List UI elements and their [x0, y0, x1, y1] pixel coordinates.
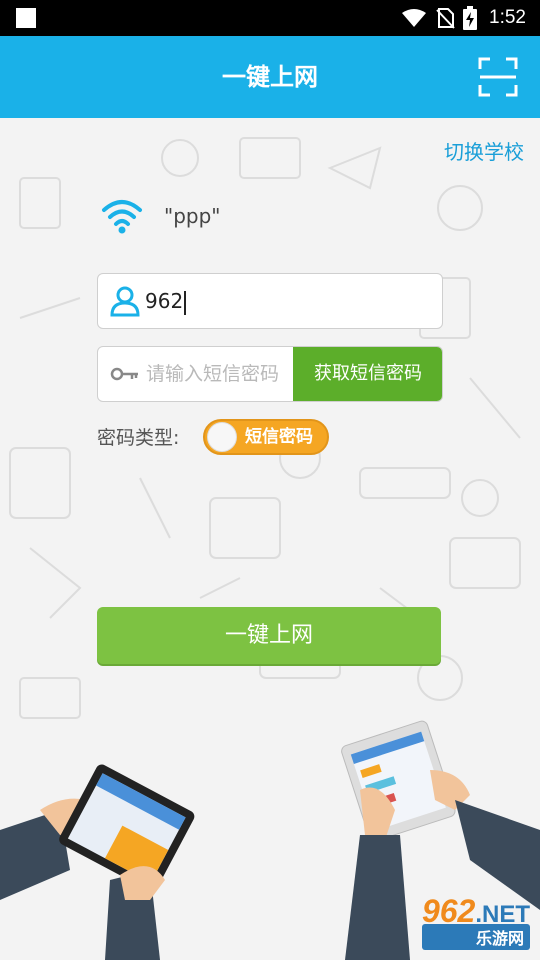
battery-charging-icon [463, 6, 478, 30]
status-time: 1:52 [489, 7, 526, 28]
password-type-value: 短信密码 [245, 427, 313, 447]
key-icon [110, 367, 138, 381]
watermark-net: .NET [475, 901, 530, 928]
scan-icon [478, 57, 518, 97]
switch-school-link[interactable]: 切换学校 [444, 136, 524, 165]
scan-button[interactable] [478, 57, 518, 97]
get-sms-code-button[interactable]: 获取短信密码 [293, 347, 442, 401]
text-cursor [184, 290, 187, 315]
sms-password-field[interactable]: 请输入短信密码 获取短信密码 [97, 346, 443, 402]
password-type-toggle[interactable]: 短信密码 [203, 419, 329, 455]
wifi-icon [102, 200, 142, 234]
no-sim-icon [436, 8, 455, 29]
one-click-login-button[interactable]: 一键上网 [97, 607, 441, 664]
sms-password-input[interactable]: 请输入短信密码 [146, 347, 296, 401]
username-field[interactable]: 962 [97, 273, 443, 329]
username-value: 962 [145, 289, 184, 313]
app-bar: 一键上网 [0, 36, 540, 118]
user-icon [110, 286, 140, 317]
ssid-label: "ppp" [164, 204, 221, 228]
password-type-label: 密码类型: [97, 427, 180, 449]
status-icons: 1:52 [401, 0, 526, 36]
watermark-logo: 962.NET 乐游网 [421, 893, 530, 950]
status-bar: 1:52 [0, 0, 540, 36]
notification-square-icon [16, 8, 36, 28]
toggle-knob [207, 422, 237, 452]
wifi-icon [402, 9, 427, 27]
page-title: 一键上网 [222, 63, 318, 91]
username-input[interactable]: 962 [145, 274, 425, 328]
network-info: "ppp" [100, 198, 220, 234]
watermark-main: 962 [421, 893, 476, 929]
